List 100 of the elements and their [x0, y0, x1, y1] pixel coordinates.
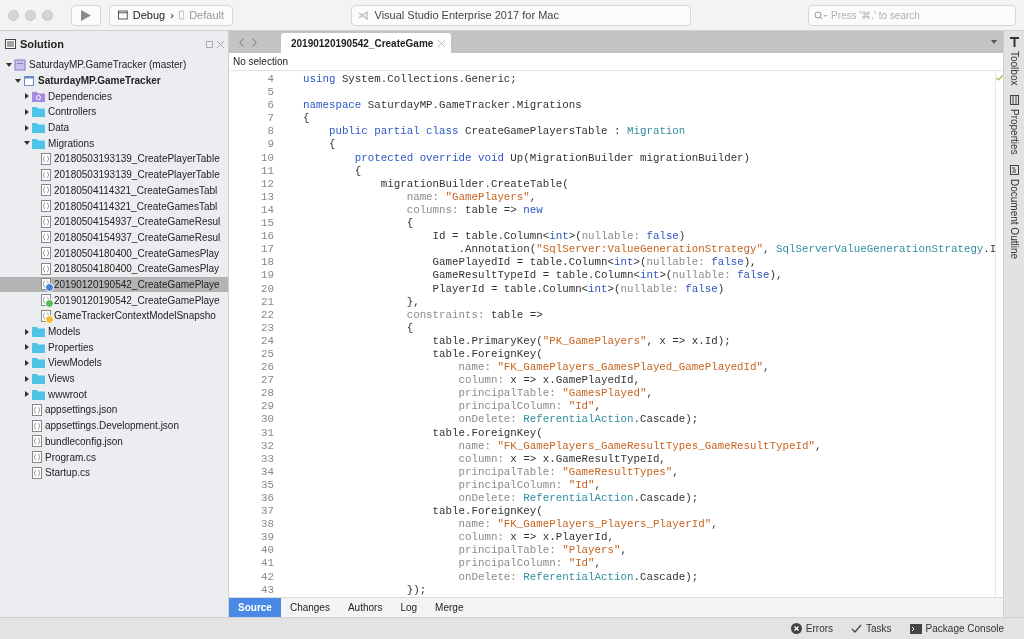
view-tab[interactable]: Authors	[338, 598, 392, 617]
collapsed-arrow-icon[interactable]	[24, 375, 30, 382]
line-number: 26	[260, 361, 275, 375]
pad-title: Solution	[20, 38, 65, 50]
line-number: 42	[260, 570, 275, 584]
file-icon	[32, 403, 42, 416]
line-number: 25	[260, 347, 275, 362]
folder-icon	[32, 357, 45, 369]
line-number: 11	[260, 164, 275, 178]
collapsed-arrow-icon[interactable]	[24, 124, 30, 131]
tree-item[interactable]: Migrations	[0, 135, 228, 152]
file-icon	[32, 435, 42, 448]
tree-item[interactable]: appsettings.Development.json	[0, 417, 228, 434]
tree-item[interactable]: Program.cs	[0, 449, 228, 465]
folder-icon	[32, 122, 45, 134]
tree-item[interactable]: Controllers	[0, 104, 228, 120]
toolbox-icon	[1009, 37, 1019, 47]
folder-icon	[32, 341, 45, 353]
line-number: 31	[260, 426, 275, 440]
tree-item[interactable]: 20180504154937_CreateGameResul	[0, 229, 228, 246]
view-tab[interactable]: Changes	[280, 598, 339, 617]
configuration-selector[interactable]: Debug › Default	[109, 4, 233, 26]
code-line: GamePlayedId = table.Column<int>(nullable: false),	[431, 256, 757, 270]
file-icon	[41, 168, 51, 181]
line-number: 36	[260, 492, 275, 506]
line-number: 33	[260, 452, 275, 466]
tree-item[interactable]: bundleconfig.json	[0, 433, 228, 450]
collapsed-arrow-icon[interactable]	[24, 391, 30, 398]
tree-item[interactable]: Properties	[0, 339, 228, 356]
line-number: 20	[260, 282, 275, 296]
tree-item[interactable]: Views	[0, 370, 228, 387]
line-number: 30	[260, 413, 275, 427]
code-line: using System.Collections.Generic;	[303, 73, 517, 87]
tree-item[interactable]: 20180504114321_CreateGamesTabl	[0, 182, 228, 199]
tree-item[interactable]: 20190120190542_CreateGamePlaye	[0, 292, 228, 308]
tree-item[interactable]: 20190120190542_CreateGamePlaye	[0, 276, 228, 293]
line-number: 17	[260, 243, 275, 257]
tree-item[interactable]: wwwroot	[0, 386, 228, 403]
tree-item[interactable]: SaturdayMP.GameTracker (master)	[0, 57, 228, 73]
collapsed-arrow-icon[interactable]	[24, 108, 30, 115]
line-number: 13	[260, 190, 275, 204]
view-tab[interactable]: Log	[391, 598, 427, 617]
expanded-arrow-icon[interactable]	[6, 61, 12, 68]
tree-item[interactable]: Data	[0, 119, 228, 136]
tree-item[interactable]: Startup.cs	[0, 464, 228, 481]
code-line: constraints: table =>	[405, 308, 543, 322]
code-line: table.ForeignKey(	[431, 347, 543, 362]
code-line: {	[327, 138, 336, 152]
tree-item[interactable]: appsettings.json	[0, 402, 228, 418]
tree-item[interactable]: ViewModels	[0, 355, 228, 371]
pad-button[interactable]: Document Outline	[1008, 165, 1020, 260]
collapsed-arrow-icon[interactable]	[24, 359, 30, 366]
line-number: 39	[260, 531, 275, 545]
tree-item[interactable]: SaturdayMP.GameTracker	[0, 72, 228, 89]
properties-icon	[1009, 95, 1019, 106]
line-number: 16	[260, 230, 275, 244]
tree-item[interactable]: 20180504180400_CreateGamesPlay	[0, 260, 228, 277]
collapsed-arrow-icon[interactable]	[24, 344, 30, 351]
collapsed-arrow-icon[interactable]	[24, 93, 30, 100]
run-button[interactable]	[71, 4, 101, 26]
tree-item[interactable]: 20180504114321_CreateGamesTabl	[0, 198, 228, 214]
tree-item[interactable]: 20180504180400_CreateGamesPlay	[0, 245, 228, 261]
line-number: 14	[260, 203, 275, 218]
file-icon	[41, 184, 51, 197]
status-button[interactable]: Package Console	[901, 623, 1012, 634]
dropdown-icon[interactable]	[991, 40, 997, 44]
visual-studio-logo-icon	[357, 10, 370, 20]
expanded-arrow-icon[interactable]	[24, 140, 30, 147]
file-icon	[41, 200, 51, 213]
code-line: namespace SaturdayMP.GameTracker.Migrations	[303, 99, 582, 113]
line-number: 10	[260, 151, 275, 165]
outline-icon	[1009, 165, 1019, 176]
code-line: principalColumn: "Id",	[457, 400, 602, 414]
code-line: {	[405, 217, 414, 231]
file-icon	[32, 419, 42, 432]
status-button[interactable]: Tasks	[843, 623, 900, 634]
code-line: column: x => x.GameResultTypeId,	[457, 452, 666, 466]
line-number: 38	[260, 518, 275, 532]
search-field[interactable]: Press '⌘.' to search	[808, 4, 1016, 26]
tree-item[interactable]: 20180503193139_CreatePlayerTable	[0, 166, 228, 183]
tree-item[interactable]: 20180504154937_CreateGameResul	[0, 213, 228, 230]
error-icon	[790, 623, 802, 634]
code-line: name: "FK_GamePlayers_Players_PlayerId",	[457, 518, 718, 532]
code-line: name: "FK_GamePlayers_GameResultTypes_GameResultTypeId",	[457, 439, 822, 453]
file-icon	[32, 451, 42, 464]
tree-item[interactable]: Dependencies	[0, 88, 228, 105]
status-button[interactable]: Errors	[782, 623, 842, 634]
code-line: {	[353, 164, 362, 178]
pad-button[interactable]: Toolbox	[1008, 37, 1020, 86]
code-line: {	[303, 112, 310, 126]
tree-item[interactable]: GameTrackerContextModelSnapsho	[0, 308, 228, 324]
tree-item[interactable]: Models	[0, 323, 228, 340]
line-number: 22	[260, 308, 275, 322]
folder-icon	[32, 326, 45, 338]
tree-item[interactable]: 20180503193139_CreatePlayerTable	[0, 151, 228, 167]
expanded-arrow-icon[interactable]	[15, 77, 21, 84]
collapsed-arrow-icon[interactable]	[24, 328, 30, 335]
document-tab[interactable]: 20190120190542_CreateGame	[281, 33, 451, 53]
view-tab[interactable]: Merge	[426, 598, 473, 617]
pad-button[interactable]: Properties	[1008, 95, 1020, 156]
